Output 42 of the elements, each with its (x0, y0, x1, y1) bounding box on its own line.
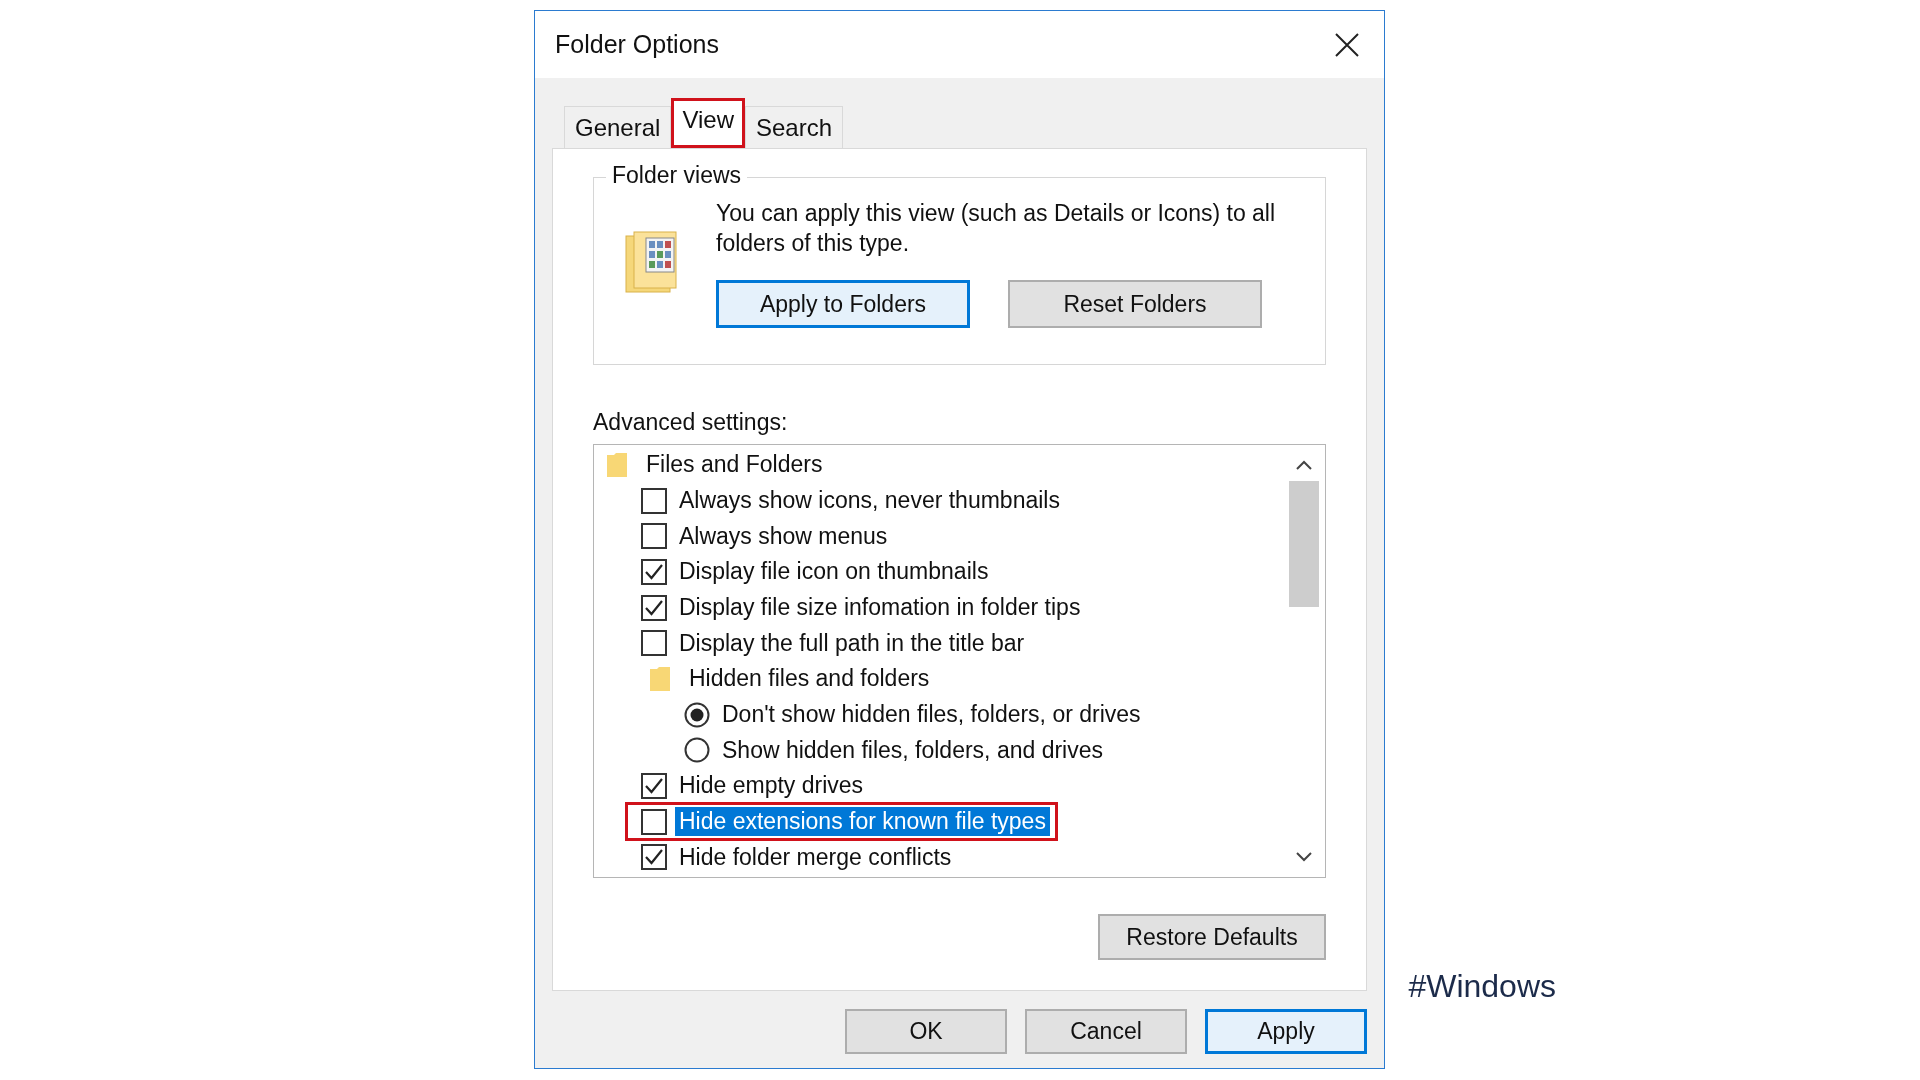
radio-button[interactable] (684, 737, 710, 764)
option-label[interactable]: Don't show hidden files, folders, or drives (718, 700, 1145, 730)
window-title: Folder Options (555, 30, 719, 59)
option-label[interactable]: Always show icons, never thumbnails (675, 486, 1064, 515)
radio-button[interactable] (684, 701, 710, 728)
dialog-button[interactable]: OK (845, 1009, 1007, 1054)
tab[interactable]: View (671, 98, 745, 148)
restore-defaults-button[interactable]: Restore Defaults (1098, 914, 1326, 960)
checkbox[interactable] (641, 772, 667, 799)
folder-view-button[interactable]: Apply to Folders (716, 280, 970, 328)
tab[interactable]: Search (745, 106, 844, 148)
checkbox[interactable] (641, 558, 667, 585)
folder-icon (606, 451, 628, 478)
checkbox[interactable] (641, 630, 667, 657)
scroll-down-icon[interactable] (1295, 851, 1313, 863)
option-label[interactable]: Always show menus (675, 521, 892, 551)
checkbox[interactable] (641, 594, 667, 621)
checkbox[interactable] (641, 487, 667, 514)
group-label: Hidden files and folders (688, 664, 931, 694)
option-label[interactable]: Hide empty drives (675, 771, 868, 801)
checkbox[interactable] (641, 844, 667, 871)
dialog-button[interactable]: Cancel (1025, 1009, 1187, 1054)
checkbox[interactable] (641, 808, 667, 835)
section-label: Advanced settings: (593, 409, 789, 436)
folder-view-button[interactable]: Reset Folders (1008, 280, 1262, 328)
hashtag-caption: #Windows (1408, 968, 1556, 1005)
close-icon[interactable] (1334, 31, 1360, 58)
option-label[interactable]: Hide folder merge conflicts (675, 842, 956, 872)
scroll-thumb[interactable] (1289, 481, 1319, 607)
tab[interactable]: General (564, 106, 672, 148)
scroll-up-icon[interactable] (1295, 459, 1313, 471)
group-label: Files and Folders (645, 450, 824, 480)
folder-icon (649, 665, 671, 692)
option-label[interactable]: Display file icon on thumbnails (675, 557, 993, 587)
checkbox[interactable] (641, 523, 667, 550)
option-label[interactable]: Show hidden files, folders, and drives (718, 735, 1107, 765)
option-label[interactable]: Hide extensions for known file types (675, 807, 1050, 837)
option-label[interactable]: Display file size infomation in folder tips (675, 593, 1085, 622)
folder-icon (624, 228, 680, 294)
description-text: You can apply this view (such as Details or Icons) to all folders of this type. (716, 199, 1277, 258)
option-label[interactable]: Display the full path in the title bar (675, 628, 1029, 658)
dialog-button[interactable]: Apply (1205, 1009, 1367, 1054)
